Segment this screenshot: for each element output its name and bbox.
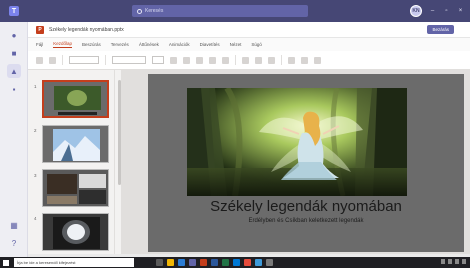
tab-help[interactable]: Súgó: [251, 42, 262, 47]
app-taskbar-icon[interactable]: [266, 259, 273, 266]
window-controls: KN – ▫ ×: [410, 5, 464, 17]
calendar-icon[interactable]: ▪: [7, 82, 21, 96]
windows-logo-icon: [3, 259, 9, 266]
close-document-button[interactable]: Bezárás: [427, 25, 454, 34]
ribbon-divider: [281, 55, 282, 65]
edge-icon[interactable]: [178, 259, 185, 266]
thumbnail-image: [43, 126, 108, 162]
teams-logo-icon[interactable]: T: [9, 6, 19, 16]
italic-icon[interactable]: [183, 56, 190, 64]
ribbon-tabs: Fájl Kezdőlap Beszúrás Tervezés Áttűnése…: [28, 38, 470, 51]
document-title: Székely legendák nyomában.pptx: [49, 26, 124, 33]
apps-icon[interactable]: ▦: [7, 218, 21, 232]
outlook-taskbar-icon[interactable]: [233, 259, 240, 266]
thumbnail-number: 3: [34, 173, 37, 178]
system-tray: [441, 259, 466, 264]
strikethrough-icon[interactable]: [209, 56, 216, 64]
thumbnail-image: [43, 170, 108, 206]
numbering-icon[interactable]: [255, 56, 262, 64]
slide-thumbnail-pane: 1 2 3 4: [28, 70, 115, 254]
maximize-icon[interactable]: ▫: [443, 8, 450, 15]
tab-transitions[interactable]: Áttűnések: [139, 42, 159, 47]
align-icon[interactable]: [268, 56, 275, 64]
activity-icon[interactable]: ●: [7, 28, 21, 42]
slide-editor-canvas: Székely legendák nyomában Erdélyben és C…: [121, 70, 470, 254]
underline-icon[interactable]: [196, 56, 203, 64]
shapes-icon[interactable]: [288, 56, 295, 64]
slide-title[interactable]: Székely legendák nyomában: [148, 198, 464, 215]
volume-icon[interactable]: [448, 259, 452, 264]
taskbar-search-placeholder: Írja be ide a keresendő kifejezést: [17, 260, 76, 265]
more-options-icon[interactable]: [314, 56, 321, 64]
help-icon[interactable]: ?: [7, 236, 21, 250]
new-slide-button[interactable]: [69, 56, 99, 64]
taskbar-search-box[interactable]: Írja be ide a keresendő kifejezést: [14, 258, 134, 267]
teams-taskbar-icon[interactable]: [189, 259, 196, 266]
slide-thumbnail-4[interactable]: [42, 213, 109, 251]
thumbnail-image: [43, 214, 108, 250]
bullets-icon[interactable]: [242, 56, 249, 64]
thumbnail-number: 4: [34, 216, 37, 221]
close-icon[interactable]: ×: [457, 8, 464, 15]
teams-search-box[interactable]: Keresés: [132, 5, 308, 17]
tab-insert[interactable]: Beszúrás: [82, 42, 101, 47]
font-name-select[interactable]: [112, 56, 146, 64]
windows-taskbar: Írja be ide a keresendő kifejezést: [0, 257, 470, 268]
tab-home[interactable]: Kezdőlap: [53, 41, 73, 48]
slide-thumbnail-2[interactable]: [42, 125, 109, 163]
teams-title-bar: T Keresés KN – ▫ ×: [0, 0, 470, 22]
teams-logo-area: T: [0, 0, 28, 22]
document-header: P Székely legendák nyomában.pptx Bezárás: [28, 22, 470, 38]
ribbon-toolbar: [28, 51, 470, 70]
file-explorer-icon[interactable]: [167, 259, 174, 266]
taskbar-apps: [156, 259, 273, 266]
start-button[interactable]: [0, 257, 12, 268]
search-icon: [137, 8, 142, 14]
chat-icon[interactable]: ■: [7, 46, 21, 60]
thumbnail-image: [44, 82, 107, 116]
undo-icon[interactable]: [36, 56, 43, 64]
network-icon[interactable]: [441, 259, 445, 264]
slide-subtitle[interactable]: Erdélyben és Csíkban keletkezett legendá…: [148, 218, 464, 224]
tab-view[interactable]: Nézet: [230, 42, 242, 47]
fairy-forest-image: [187, 88, 407, 196]
excel-taskbar-icon[interactable]: [222, 259, 229, 266]
task-view-icon[interactable]: [156, 259, 163, 266]
word-taskbar-icon[interactable]: [211, 259, 218, 266]
ribbon-divider: [235, 55, 236, 65]
battery-icon[interactable]: [455, 259, 459, 264]
tab-animations[interactable]: Animációk: [169, 42, 190, 47]
teams-icon[interactable]: ▲: [7, 64, 21, 78]
arrange-icon[interactable]: [301, 56, 308, 64]
bold-icon[interactable]: [170, 56, 177, 64]
notifications-icon[interactable]: [462, 259, 466, 264]
powerpoint-icon: P: [36, 25, 44, 34]
tab-design[interactable]: Tervezés: [111, 42, 129, 47]
minimize-icon[interactable]: –: [429, 8, 436, 15]
ribbon-divider: [105, 55, 106, 65]
paste-icon[interactable]: [49, 56, 56, 64]
font-size-select[interactable]: [152, 56, 164, 64]
teams-left-rail: ● ■ ▲ ▪ ▦ ?: [0, 22, 28, 257]
avatar[interactable]: KN: [410, 5, 422, 17]
powerpoint-taskbar-icon[interactable]: [200, 259, 207, 266]
slide-thumbnail-1[interactable]: [42, 80, 109, 118]
thumbnail-number: 1: [34, 84, 37, 89]
font-color-icon[interactable]: [222, 56, 229, 64]
tab-slideshow[interactable]: Diavetítés: [200, 42, 220, 47]
current-slide[interactable]: Székely legendák nyomában Erdélyben és C…: [148, 74, 464, 252]
app-taskbar-icon[interactable]: [244, 259, 251, 266]
tab-file[interactable]: Fájl: [36, 42, 43, 47]
thumbnail-number: 2: [34, 128, 37, 133]
slide-photo-fairy[interactable]: [187, 88, 407, 196]
app-taskbar-icon[interactable]: [255, 259, 262, 266]
slide-thumbnail-3[interactable]: [42, 169, 109, 207]
ribbon-divider: [62, 55, 63, 65]
teams-search-placeholder: Keresés: [145, 8, 164, 14]
